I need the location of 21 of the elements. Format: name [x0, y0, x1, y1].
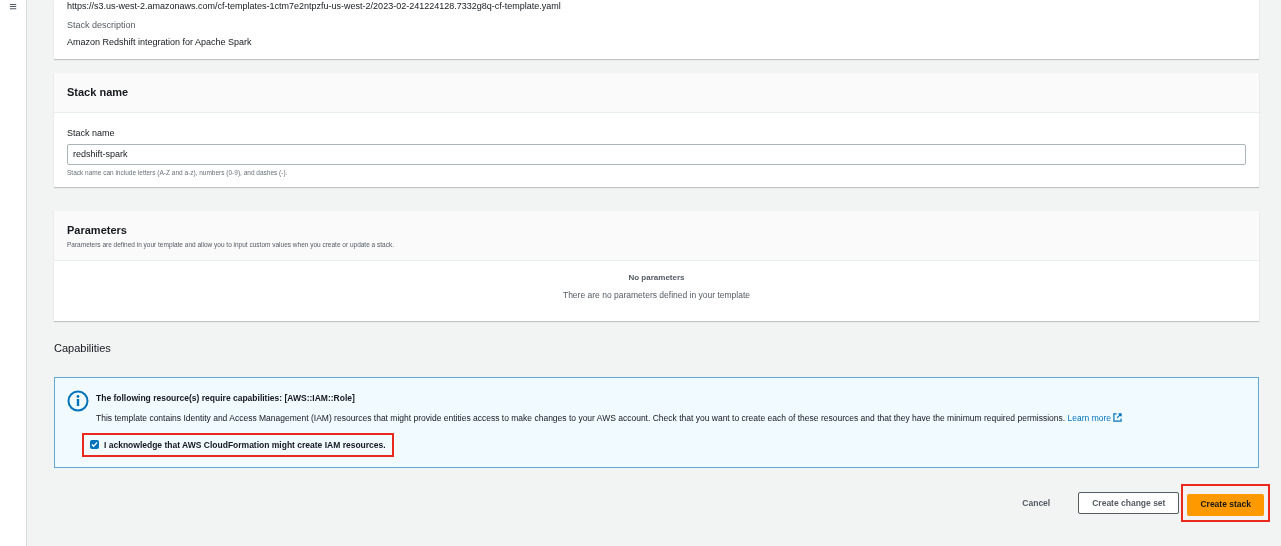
empty-text: There are no parameters defined in your template [562, 288, 751, 302]
menu-icon[interactable]: ≡ [9, 0, 17, 14]
action-button[interactable]: Create stack [1187, 493, 1264, 516]
checkbox-label: I acknowledge that AWS CloudFormation might create IAM resources. [104, 438, 386, 452]
external-link-icon [1113, 413, 1122, 422]
section-title: Capabilities [54, 341, 112, 357]
alert-title: The following resource(s) require capabilities: [AWS::IAM::Role] [96, 391, 356, 405]
info-icon [67, 389, 89, 412]
acknowledge-checkbox[interactable] [90, 440, 99, 450]
template-url: https://s3.us-west-2.amazonaws.com/cf-templates-1ctm7e2ntpzfu-us-west-2/2023-02-241224128.7332g8q-cf-template.yaml [67, 1, 562, 11]
field-label: Stack description [67, 19, 137, 32]
action-button[interactable]: Cancel [1012, 491, 1061, 514]
learn-more-link[interactable]: Learn more [1067, 410, 1122, 425]
card-title: Parameters [67, 223, 128, 239]
stack-description: Amazon Redshift integration for Apache Spark [67, 35, 253, 49]
stack-name-input[interactable]: redshift-spark [67, 143, 1246, 165]
alert-text: This template contains Identity and Access Management (IAM) resources that might provide entities access to make changes to your AWS account. Check that you want to create each of these resources and that they have the minimum required permissions. Learn more [96, 410, 1122, 425]
action-button[interactable]: Create change set [1078, 491, 1180, 514]
card-title: Stack name [67, 85, 129, 101]
field-label: Stack name [67, 127, 116, 140]
empty-title: No parameters [628, 271, 685, 284]
